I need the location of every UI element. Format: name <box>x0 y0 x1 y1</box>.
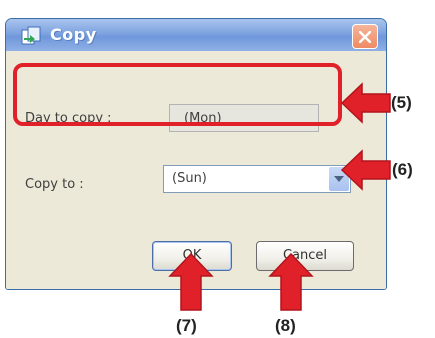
copy-icon <box>20 26 44 46</box>
callout-7: (7) <box>176 316 197 335</box>
callout-6: (6) <box>392 160 413 179</box>
arrow-left-icon <box>340 82 391 124</box>
arrow-up-icon <box>168 252 214 311</box>
dialog-title: Copy <box>50 25 97 44</box>
copy-to-dropdown[interactable]: (Sun) <box>163 165 351 193</box>
callout-5: (5) <box>391 93 412 112</box>
copy-to-label: Copy to : <box>25 177 84 192</box>
title-bar[interactable]: Copy <box>6 19 386 51</box>
close-button[interactable] <box>352 24 378 49</box>
callout-8: (8) <box>275 316 296 335</box>
close-icon <box>359 31 371 43</box>
arrow-up-icon <box>268 252 314 311</box>
arrow-left-icon <box>340 149 391 191</box>
copy-dialog: Copy Day to copy : (Mon) Copy to : (Sun)… <box>5 18 387 290</box>
copy-to-selected-value: (Sun) <box>172 171 207 186</box>
highlight-box <box>13 63 342 126</box>
